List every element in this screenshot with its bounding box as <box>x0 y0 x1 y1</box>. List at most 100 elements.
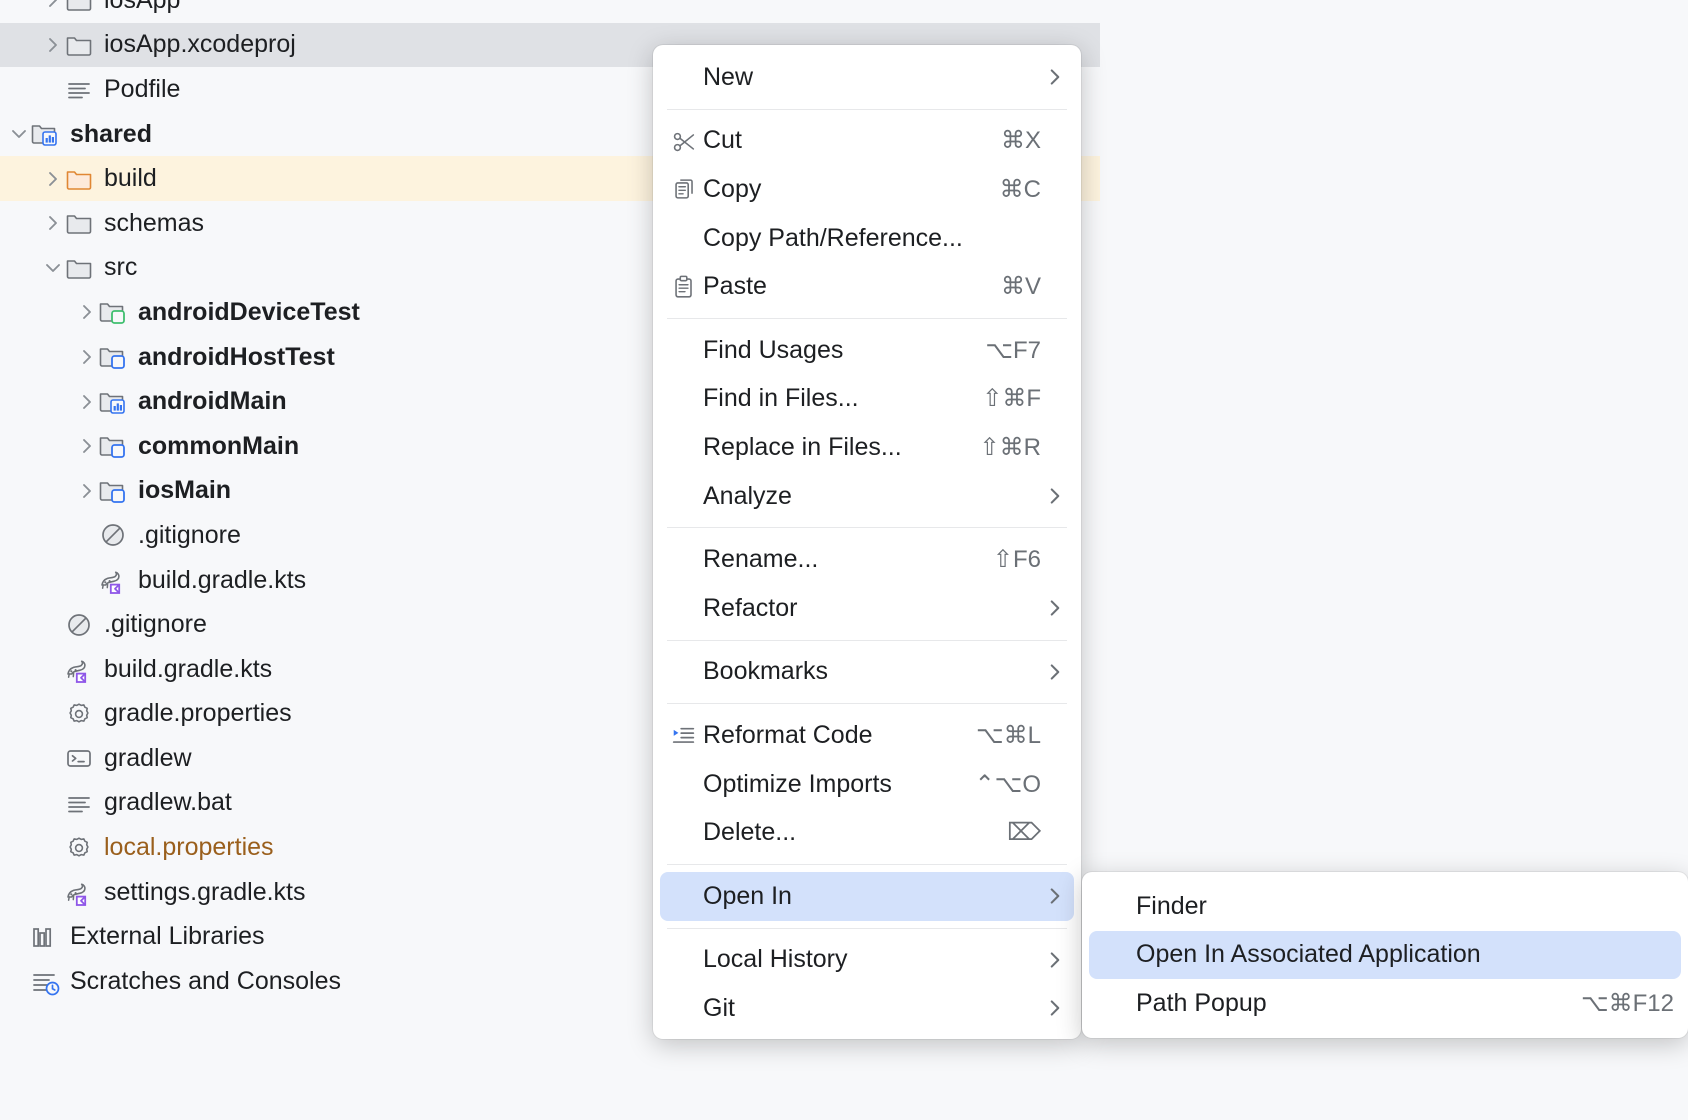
tree-row-label: src <box>104 255 137 280</box>
submenu-item[interactable]: Finder <box>1082 882 1688 931</box>
source-test-green-icon <box>98 297 128 327</box>
menu-item[interactable]: Bookmarks <box>653 648 1081 697</box>
tree-spacer <box>8 926 30 948</box>
chevron-right-icon[interactable] <box>76 435 98 457</box>
chevron-right-icon[interactable] <box>42 212 64 234</box>
menu-item[interactable]: Refactor <box>653 584 1081 633</box>
menu-item[interactable]: Analyze <box>653 472 1081 521</box>
tree-spacer <box>76 569 98 591</box>
source-blue-icon <box>98 476 128 506</box>
context-menu[interactable]: New Cut ⌘X Copy⌘C Copy Path/Reference... Past… <box>653 45 1081 1039</box>
menu-item[interactable]: Reformat Code⌥⌘L <box>653 711 1081 760</box>
chevron-right-icon[interactable] <box>42 0 64 11</box>
tree-spacer <box>42 658 64 680</box>
tree-row[interactable]: iosApp <box>0 0 1100 23</box>
menu-item-label: Analyze <box>703 482 1041 511</box>
submenu-chevron-right-icon <box>1041 65 1067 89</box>
chevron-right-icon[interactable] <box>76 301 98 323</box>
menu-item[interactable]: New <box>653 53 1081 102</box>
menu-divider <box>667 928 1067 929</box>
libraries-icon <box>30 922 60 952</box>
tree-row-label: androidDeviceTest <box>138 300 360 325</box>
tree-spacer <box>42 78 64 100</box>
tree-row-label: commonMain <box>138 434 299 459</box>
tree-spacer <box>76 524 98 546</box>
gear-file-icon <box>64 699 94 729</box>
menu-item[interactable]: Optimize Imports⌃⌥O <box>653 760 1081 809</box>
chevron-right-icon[interactable] <box>76 480 98 502</box>
open-in-submenu[interactable]: Finder Open In Associated Application Path… <box>1082 872 1688 1038</box>
submenu-chevron-right-icon <box>1041 948 1067 972</box>
tree-row-label: iosApp.xcodeproj <box>104 32 296 57</box>
gradle-kotlin-icon <box>98 565 128 595</box>
submenu-item[interactable]: Open In Associated Application <box>1089 931 1681 980</box>
menu-item[interactable]: Copy⌘C <box>653 165 1081 214</box>
chevron-right-icon[interactable] <box>42 34 64 56</box>
menu-item[interactable]: Paste ⌘V <box>653 262 1081 311</box>
gradle-kotlin-icon <box>64 877 94 907</box>
tree-spacer <box>42 747 64 769</box>
ignored-file-icon <box>64 610 94 640</box>
menu-item[interactable]: Copy Path/Reference... <box>653 214 1081 263</box>
terminal-file-icon <box>64 743 94 773</box>
menu-item-label: Copy Path/Reference... <box>703 224 1041 253</box>
menu-item[interactable]: Find Usages ⌥F7 <box>653 326 1081 375</box>
menu-item[interactable]: Find in Files... ⇧⌘F <box>653 375 1081 424</box>
menu-item[interactable]: Local History <box>653 936 1081 985</box>
tree-row-label: shared <box>70 122 152 147</box>
menu-item-label: Find in Files... <box>703 384 962 413</box>
menu-item-shortcut: ⌘V <box>1001 272 1041 301</box>
tree-row-label: .gitignore <box>104 612 207 637</box>
scissors-icon <box>667 127 701 155</box>
menu-item[interactable]: Delete...⌦ <box>653 808 1081 857</box>
tree-row-label: Podfile <box>104 77 180 102</box>
menu-item-label: Find Usages <box>703 336 965 365</box>
chevron-right-icon[interactable] <box>76 391 98 413</box>
tree-row-label: build.gradle.kts <box>138 568 306 593</box>
chevron-down-icon[interactable] <box>8 123 30 145</box>
menu-item-label: New <box>703 63 1041 92</box>
menu-item-label: Cut <box>703 126 981 155</box>
module-android-icon <box>98 387 128 417</box>
menu-item-label: Open In <box>703 882 1041 911</box>
folder-icon <box>64 208 94 238</box>
menu-divider <box>667 527 1067 528</box>
menu-item[interactable]: Open In <box>660 872 1074 921</box>
tree-spacer <box>8 970 30 992</box>
menu-item-shortcut: ⌘X <box>1001 126 1041 155</box>
chevron-right-icon[interactable] <box>76 346 98 368</box>
menu-divider <box>667 864 1067 865</box>
submenu-item-shortcut: ⌥⌘F12 <box>1581 989 1674 1018</box>
source-blue-icon <box>98 431 128 461</box>
menu-item-shortcut: ⇧⌘F <box>982 384 1041 413</box>
tree-row-label: gradlew.bat <box>104 790 232 815</box>
menu-divider <box>667 640 1067 641</box>
menu-item[interactable]: Cut ⌘X <box>653 117 1081 166</box>
source-blue-icon <box>98 342 128 372</box>
menu-item-label: Paste <box>703 272 981 301</box>
menu-item-label: Copy <box>703 175 980 204</box>
menu-item-label: Reformat Code <box>703 721 956 750</box>
tree-spacer <box>42 837 64 859</box>
chevron-right-icon[interactable] <box>42 168 64 190</box>
submenu-item[interactable]: Path Popup⌥⌘F12 <box>1082 979 1688 1028</box>
menu-item-label: Rename... <box>703 545 973 574</box>
paste-icon <box>667 273 701 301</box>
menu-divider <box>667 109 1067 110</box>
menu-item-shortcut: ⌥F7 <box>985 336 1041 365</box>
folder-orange-icon <box>64 164 94 194</box>
menu-item[interactable]: Rename...⇧F6 <box>653 535 1081 584</box>
chevron-down-icon[interactable] <box>42 257 64 279</box>
gear-file-icon <box>64 833 94 863</box>
submenu-chevron-right-icon <box>1041 484 1067 508</box>
submenu-item-label: Open In Associated Application <box>1136 940 1674 969</box>
menu-item[interactable]: Git <box>653 984 1081 1033</box>
menu-item-label: Replace in Files... <box>703 433 960 462</box>
scratches-icon <box>30 966 60 996</box>
tree-row-label: .gitignore <box>138 523 241 548</box>
submenu-chevron-right-icon <box>1041 996 1067 1020</box>
menu-item[interactable]: Replace in Files...⇧⌘R <box>653 423 1081 472</box>
tree-row-label: gradle.properties <box>104 701 292 726</box>
module-android-icon <box>30 119 60 149</box>
tree-row-label: iosMain <box>138 478 231 503</box>
